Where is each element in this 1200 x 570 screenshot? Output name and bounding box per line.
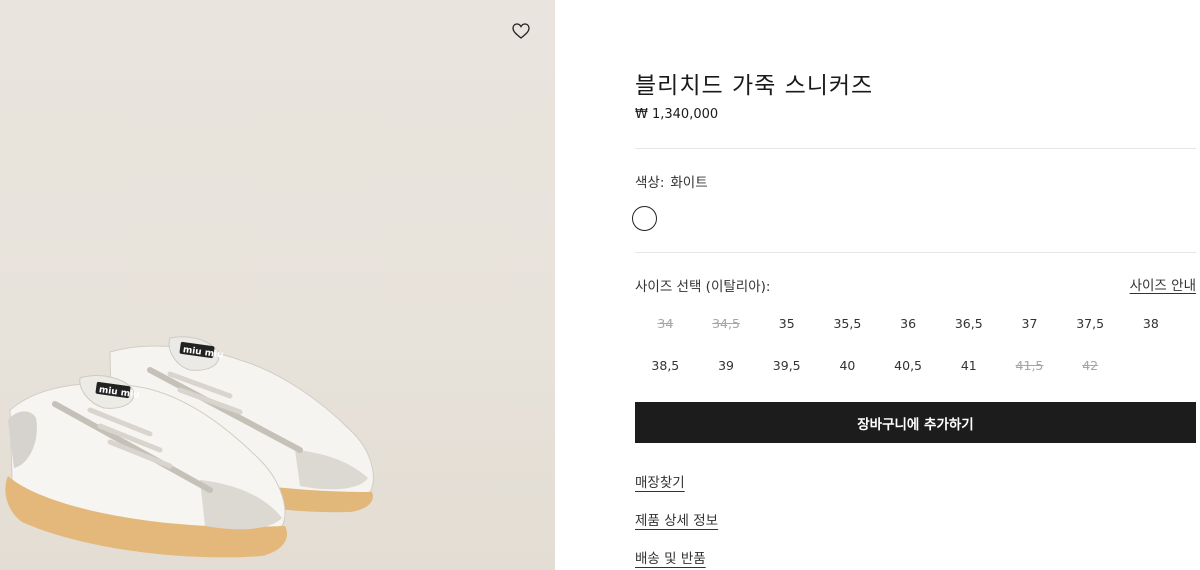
wishlist-button[interactable] [509,19,533,43]
size-option[interactable]: 38,5 [635,347,696,383]
divider [635,252,1196,253]
product-title: 블리치드 가죽 스니커즈 [635,73,874,99]
size-select-label: 사이즈 선택 (이탈리아): [635,279,771,295]
size-grid: 34 34,5 35 35,5 36 36,5 37 37,5 38 38,5 39 39,5 40 40… [635,305,1197,389]
size-option[interactable]: 41 [938,347,999,383]
product-image-panel: miu miu miu miu [0,0,555,570]
product-info-panel: 블리치드 가죽 스니커즈 ₩ 1,340,000 색상: 화이트 사이즈 선택 (… [555,0,1200,570]
size-row: 34 34,5 35 35,5 36 36,5 37 37,5 38 [635,305,1197,341]
size-option[interactable]: 38 [1121,305,1182,341]
shipping-returns-link[interactable]: 배송 및 반품 [635,547,706,567]
size-option[interactable]: 34 [635,305,696,341]
size-option[interactable]: 35,5 [817,305,878,341]
sneakers-image: miu miu miu miu [5,336,374,558]
size-option[interactable]: 41,5 [999,347,1060,383]
heart-icon [512,23,530,39]
size-option[interactable]: 35 [756,305,817,341]
product-details-link[interactable]: 제품 상세 정보 [635,509,718,529]
find-store-link[interactable]: 매장찾기 [635,471,685,491]
size-option[interactable]: 39 [696,347,757,383]
divider [635,148,1196,149]
size-option[interactable]: 40 [817,347,878,383]
size-option[interactable]: 40,5 [878,347,939,383]
add-to-cart-button[interactable]: 장바구니에 추가하기 [635,402,1196,443]
size-guide-link[interactable]: 사이즈 안내 [1130,274,1196,294]
size-option[interactable]: 34,5 [696,305,757,341]
size-option[interactable]: 36,5 [938,305,999,341]
color-label: 색상: [635,175,665,191]
color-value: 화이트 [670,175,708,191]
color-selection-label: 색상: 화이트 [635,171,708,191]
size-row: 38,5 39 39,5 40 40,5 41 41,5 42 [635,347,1197,383]
size-option[interactable]: 36 [878,305,939,341]
size-option[interactable]: 37,5 [1060,305,1121,341]
color-swatch-white[interactable] [632,206,657,231]
product-price: ₩ 1,340,000 [635,107,719,122]
size-option[interactable]: 37 [999,305,1060,341]
size-option[interactable]: 42 [1060,347,1121,383]
size-option[interactable]: 39,5 [756,347,817,383]
